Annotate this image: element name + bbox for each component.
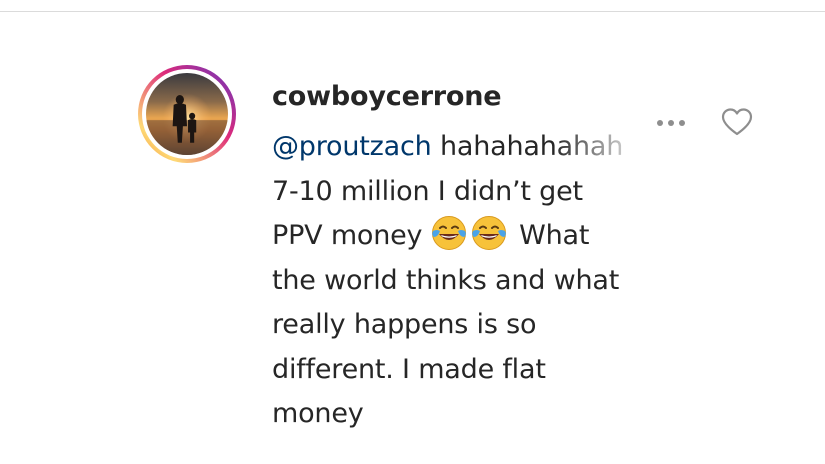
ellipsis-icon	[657, 120, 663, 126]
comment-line-4: the world thinks and what	[272, 264, 620, 296]
top-divider	[0, 0, 825, 12]
comment-body: cowboycerrone @proutzach hahahahahah 7-1…	[272, 80, 672, 437]
avatar	[146, 73, 228, 155]
comment-line-1-tail: hahahahahah	[439, 131, 624, 162]
mention-link[interactable]: @proutzach	[272, 131, 432, 162]
comment-line-2: 7-10 million I didn’t get	[272, 175, 583, 207]
avatar-border	[142, 69, 232, 159]
comment-line-3-after: What	[519, 220, 590, 251]
more-options-button[interactable]	[650, 108, 692, 138]
comment-line-1: @proutzach hahahahahah	[272, 125, 672, 170]
comment-item: cowboycerrone @proutzach hahahahahah 7-1…	[0, 12, 825, 464]
ellipsis-dot	[679, 120, 685, 126]
ellipsis-dot	[668, 120, 674, 126]
comment-line-7: money	[272, 398, 364, 429]
heart-outline-icon	[721, 108, 753, 136]
tears-of-joy-icon	[431, 215, 467, 251]
like-button[interactable]	[720, 107, 754, 137]
avatar-story-ring[interactable]	[138, 65, 236, 163]
comment-username[interactable]: cowboycerrone	[272, 80, 672, 114]
tears-of-joy-icon	[471, 215, 507, 251]
comment-line-3-before: PPV money	[272, 220, 423, 251]
comment-text: @proutzach hahahahahah 7-10 million I di…	[272, 125, 672, 437]
comment-line-6: different. I made flat	[272, 353, 546, 385]
comment-line-5: really happens is so	[272, 309, 537, 340]
comment-line-3: PPV money What	[272, 214, 672, 259]
